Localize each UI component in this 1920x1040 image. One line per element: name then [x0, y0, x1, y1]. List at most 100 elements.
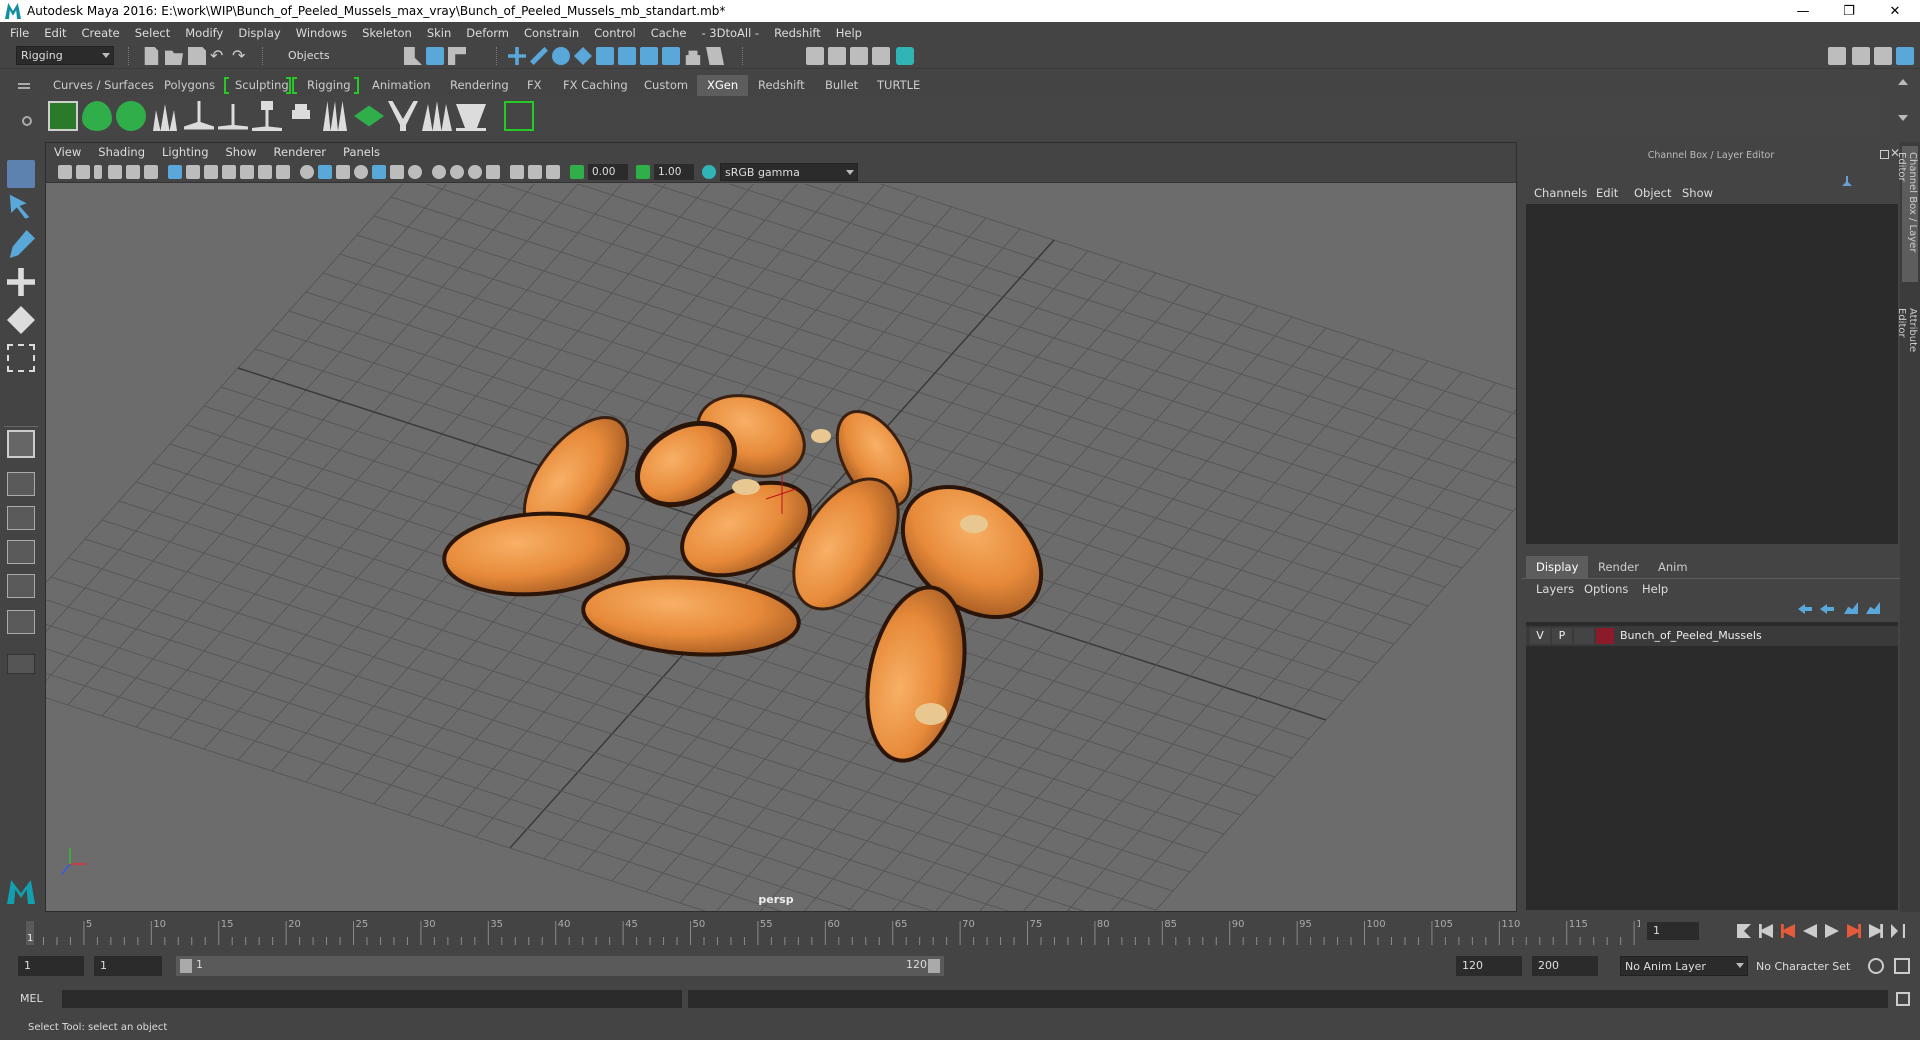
layer-visibility-toggle[interactable]: V — [1530, 628, 1550, 644]
shelf-scroll-down-icon[interactable] — [1898, 115, 1908, 121]
layout-hypershade-icon[interactable] — [7, 610, 35, 634]
menu-skin[interactable]: Skin — [427, 26, 451, 40]
xgen-preview-icon[interactable] — [422, 101, 452, 131]
layer-type-toggle[interactable] — [1574, 628, 1594, 644]
menu-skeleton[interactable]: Skeleton — [362, 26, 412, 40]
tab-custom[interactable]: Custom — [634, 75, 698, 96]
range-end-handle[interactable] — [928, 959, 940, 973]
layer-playback-toggle[interactable]: P — [1552, 628, 1572, 644]
panel-menu-lighting[interactable]: Lighting — [162, 145, 208, 159]
snap-vertex-icon[interactable] — [618, 47, 636, 65]
xgen-groom-icon[interactable] — [456, 104, 486, 131]
ambient-occlusion-icon[interactable] — [408, 165, 422, 179]
snap-live-icon[interactable] — [640, 47, 658, 65]
time-ruler[interactable]: 5 10 15 20 25 30 35 40 45 50 55 60 65 70 75 80 85 90 95 100… — [20, 915, 1640, 945]
xgen-rebuild-guides-icon[interactable] — [323, 101, 347, 131]
xray-joints-icon[interactable] — [528, 165, 542, 179]
panel-menu-view[interactable]: View — [54, 145, 81, 159]
animation-preferences-icon[interactable] — [1894, 958, 1910, 974]
step-forward-key-icon[interactable] — [1869, 924, 1883, 938]
scene-view[interactable] — [46, 184, 1517, 912]
menu-windows[interactable]: Windows — [296, 26, 347, 40]
menu-cache[interactable]: Cache — [651, 26, 687, 40]
play-forwards-icon[interactable] — [1825, 924, 1839, 938]
move-tool-icon[interactable] — [7, 268, 35, 296]
xgen-lock-guide-icon[interactable] — [292, 104, 310, 119]
new-scene-icon[interactable] — [144, 47, 159, 65]
menu-redshift[interactable]: Redshift — [774, 26, 821, 40]
script-editor-icon[interactable] — [1896, 992, 1910, 1006]
play-backwards-icon[interactable] — [1803, 924, 1817, 938]
snap-curve-icon[interactable] — [530, 47, 548, 65]
toggle-modeling-toolkit-icon[interactable] — [1828, 47, 1846, 65]
tab-anim[interactable]: Anim — [1648, 556, 1698, 578]
select-component-icon[interactable] — [448, 47, 466, 65]
color-management-icon[interactable] — [702, 165, 716, 179]
grid-toggle-icon[interactable] — [168, 165, 182, 179]
motion-blur-icon[interactable] — [432, 165, 446, 179]
redo-icon[interactable]: ↷ — [232, 47, 250, 65]
render-frame-icon[interactable] — [806, 47, 824, 65]
symmetry-icon[interactable] — [662, 47, 680, 65]
select-tool-icon[interactable] — [7, 160, 35, 188]
2d-pan-zoom-icon[interactable] — [126, 165, 140, 179]
xgen-bend-guide-icon[interactable] — [252, 101, 282, 131]
select-hierarchy-icon[interactable] — [404, 47, 422, 65]
film-gate-icon[interactable] — [186, 165, 200, 179]
command-input[interactable] — [62, 990, 682, 1008]
use-all-lights-icon[interactable] — [372, 165, 386, 179]
xgen-library-icon[interactable] — [116, 101, 146, 131]
menu-create[interactable]: Create — [82, 26, 120, 40]
side-tab-attribute-editor[interactable]: Attribute Editor — [1896, 302, 1918, 382]
lasso-tool-icon[interactable] — [9, 194, 30, 219]
anim-layer-dropdown[interactable]: No Anim Layer — [1620, 956, 1748, 976]
xgen-sculpt-icon[interactable] — [388, 101, 418, 131]
tab-curves-surfaces[interactable]: Curves / Surfaces — [43, 75, 164, 96]
field-chart-icon[interactable] — [240, 165, 254, 179]
step-forward-frame-icon[interactable] — [1847, 924, 1861, 938]
go-to-start-icon[interactable] — [1737, 924, 1751, 938]
layout-side-icon[interactable] — [7, 506, 35, 530]
playback-end-field[interactable]: 120 — [1456, 956, 1522, 976]
gamma-field[interactable]: 1.00 — [654, 164, 694, 180]
toggle-tool-settings-icon[interactable] — [1874, 47, 1892, 65]
tab-fx[interactable]: FX — [517, 75, 552, 96]
safe-action-icon[interactable] — [258, 165, 272, 179]
toggle-attribute-editor-icon[interactable] — [1852, 47, 1870, 65]
mussel[interactable] — [581, 571, 802, 662]
smooth-shade-icon[interactable] — [318, 165, 332, 179]
view-transform-dropdown[interactable]: sRGB gamma — [720, 163, 858, 181]
camera-select-icon[interactable] — [58, 165, 72, 179]
bookmark-icon[interactable] — [94, 165, 102, 179]
wireframe-on-shaded-icon[interactable] — [336, 165, 350, 179]
xgen-guide-length-icon[interactable] — [218, 104, 248, 130]
tab-fx-caching[interactable]: FX Caching — [553, 75, 638, 96]
tab-rigging[interactable]: Rigging — [297, 75, 361, 96]
side-tab-channel-box[interactable]: Channel Box / Layer Editor — [1896, 146, 1918, 282]
tab-turtle[interactable]: TURTLE — [867, 75, 930, 96]
step-back-key-icon[interactable] — [1759, 924, 1773, 938]
menu-display[interactable]: Display — [238, 26, 280, 40]
ipr-render-icon[interactable] — [828, 47, 846, 65]
gamma-icon[interactable] — [636, 165, 650, 179]
go-to-end-icon[interactable] — [1891, 924, 1905, 938]
open-scene-icon[interactable] — [165, 50, 183, 65]
menu-3dtoall[interactable]: - 3DtoAll - — [701, 26, 759, 40]
viewport-panel[interactable]: View Shading Lighting Show Renderer Pane… — [45, 142, 1517, 912]
shadows-icon[interactable] — [390, 165, 404, 179]
shelf-settings-icon[interactable] — [22, 116, 32, 126]
menu-constrain[interactable]: Constrain — [524, 26, 579, 40]
menu-deform[interactable]: Deform — [466, 26, 509, 40]
selection-mode-dropdown[interactable]: Objects — [284, 46, 384, 65]
panel-menu-panels[interactable]: Panels — [343, 145, 380, 159]
minimize-button[interactable]: — — [1780, 0, 1826, 22]
range-bar[interactable]: 1 120 — [176, 956, 944, 976]
help-menu[interactable]: Help — [1642, 582, 1668, 596]
toggle-channel-box-icon[interactable] — [1896, 47, 1914, 65]
tab-polygons[interactable]: Polygons — [154, 75, 225, 96]
tab-rendering[interactable]: Rendering — [440, 75, 519, 96]
object-menu[interactable]: Object — [1634, 186, 1671, 200]
range-start-handle[interactable] — [180, 959, 192, 973]
xgen-interactive-groom-icon[interactable] — [354, 105, 384, 127]
shelf-menu-icon[interactable] — [18, 83, 30, 85]
